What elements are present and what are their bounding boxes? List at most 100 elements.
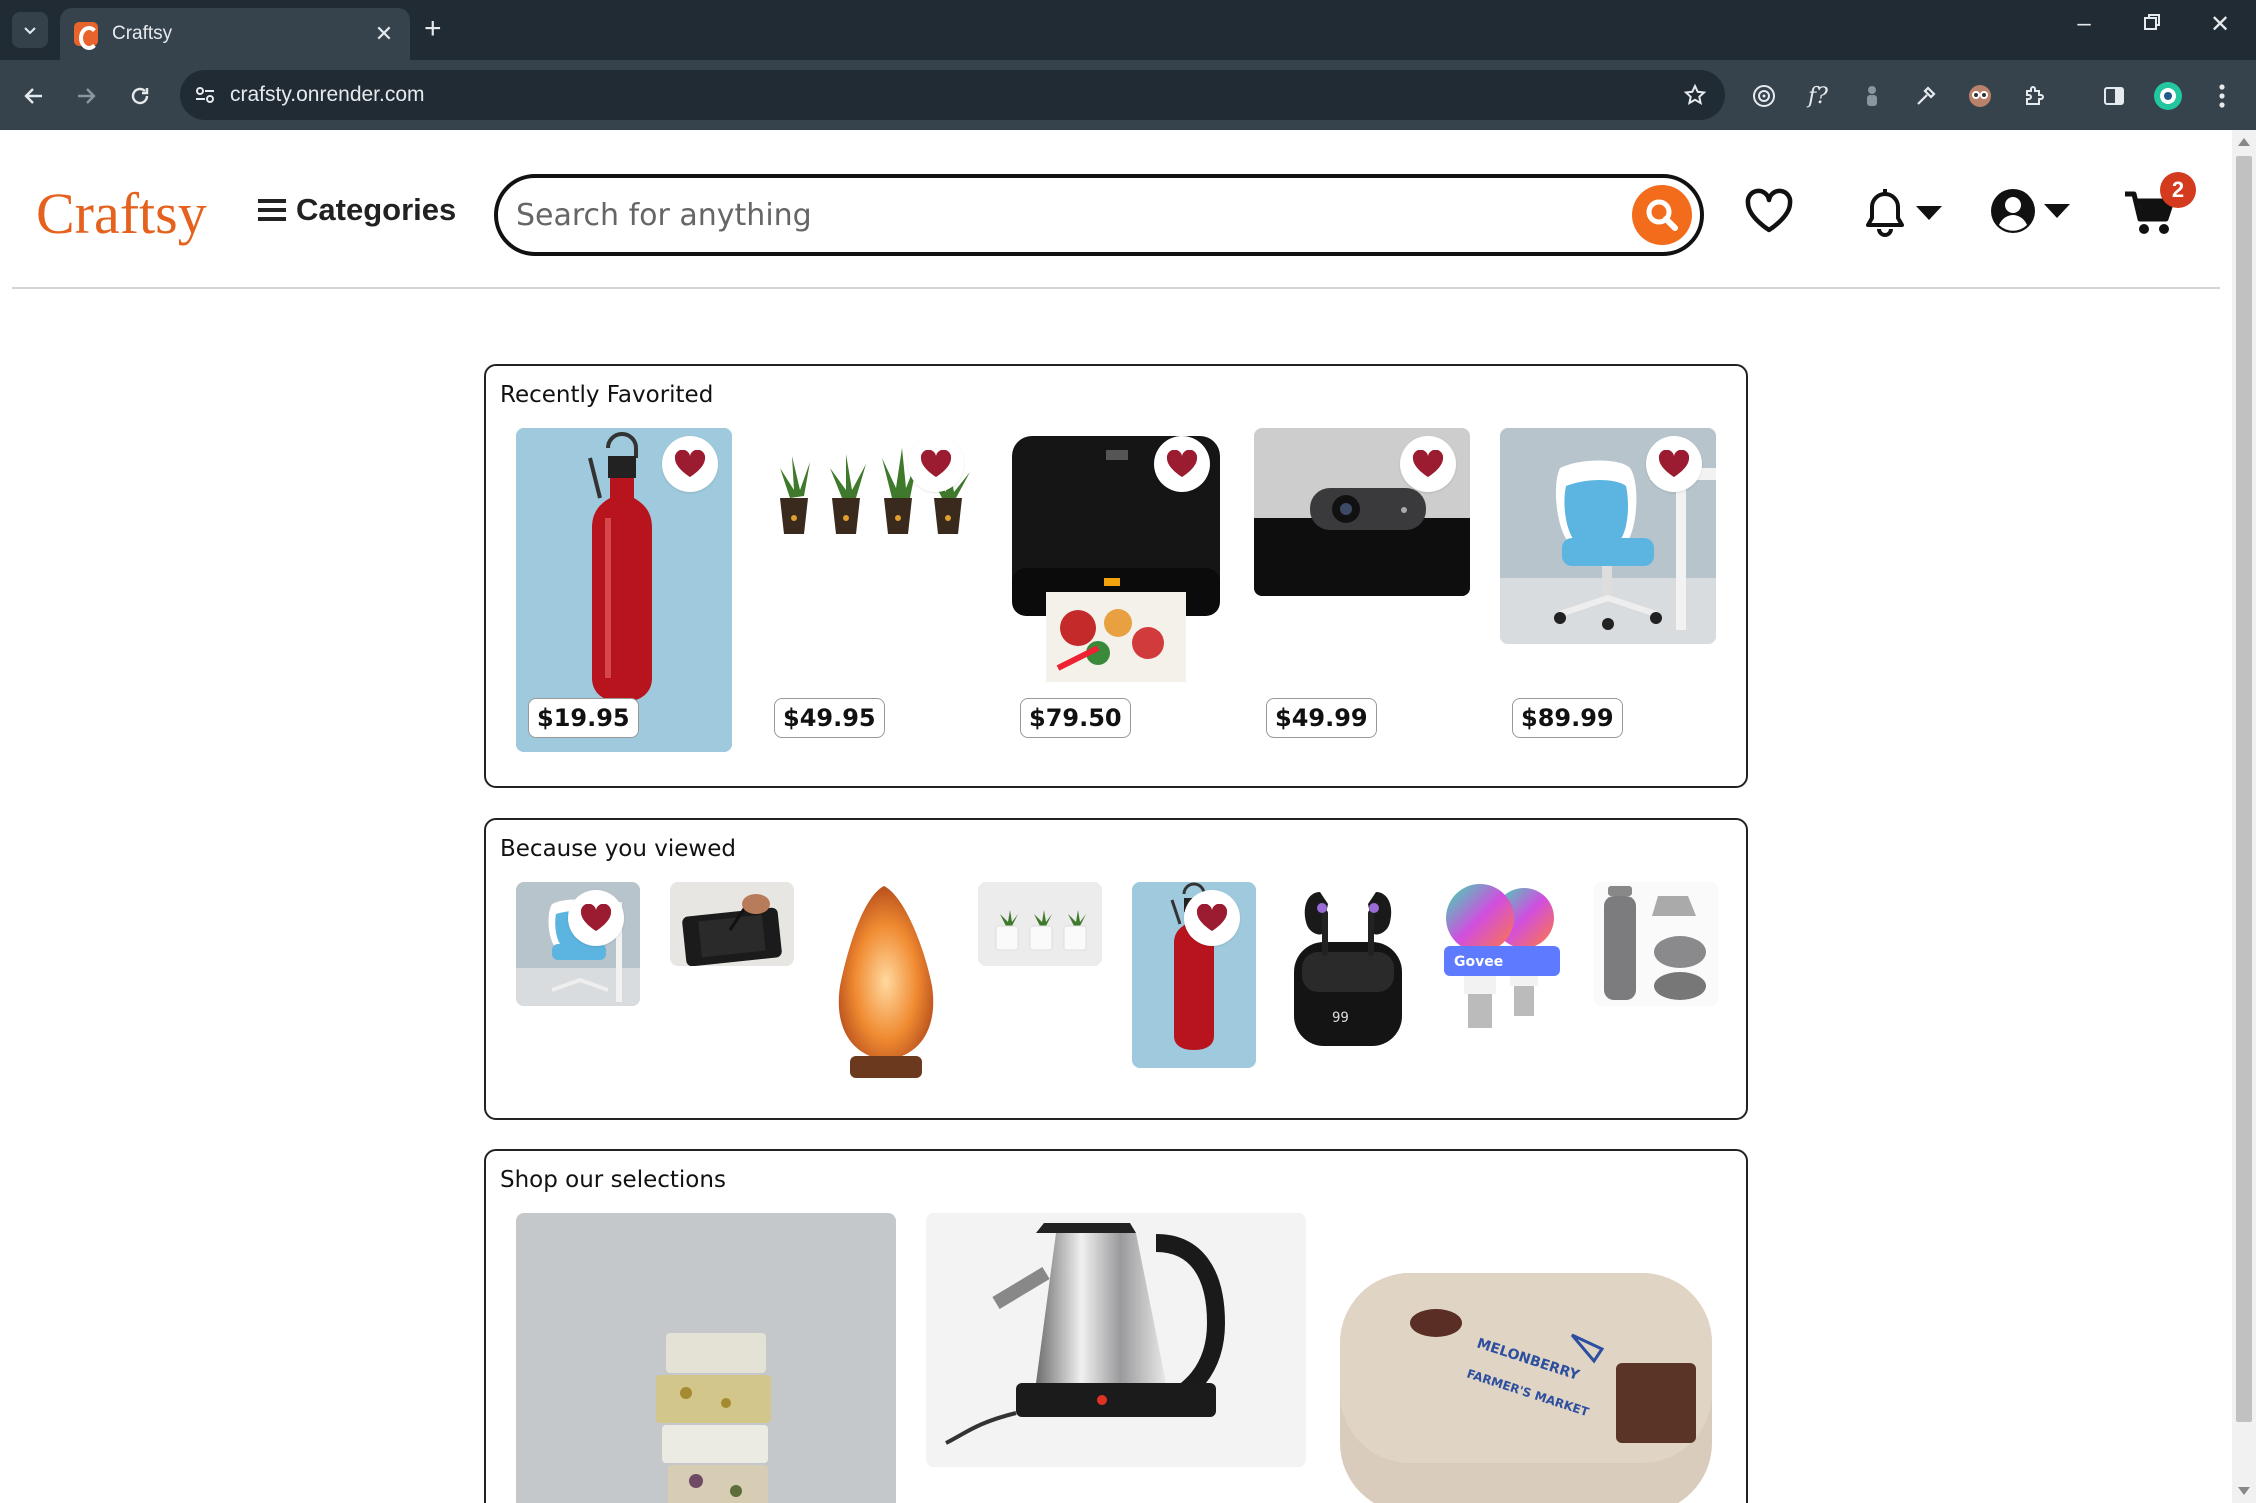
shop-selections-section: Shop our selections MELONBERRY FARMER'S M… <box>484 1149 1748 1503</box>
site-logo[interactable]: Craftsy <box>36 180 207 247</box>
heart-filled-icon <box>580 904 612 931</box>
product-card[interactable]: $49.95 <box>762 428 978 752</box>
profile-avatar-icon[interactable] <box>2150 78 2186 114</box>
section-title: Because you viewed <box>500 836 736 862</box>
user-circle-icon <box>1991 189 2035 233</box>
address-bar[interactable]: crafsty.onrender.com <box>180 70 1725 120</box>
site-header: Craftsy Categories 2 <box>0 130 2232 289</box>
recommendation-card[interactable]: 99 <box>1286 882 1410 1058</box>
product-card[interactable]: $79.50 <box>1008 428 1224 752</box>
recommendation-card[interactable] <box>978 882 1102 966</box>
favorite-toggle[interactable] <box>1400 436 1456 492</box>
recommendation-card[interactable] <box>824 882 948 1086</box>
side-panel-icon[interactable] <box>2096 78 2132 114</box>
selection-card[interactable] <box>926 1213 1306 1467</box>
heart-outline-icon <box>1745 188 1793 233</box>
recommendation-card[interactable] <box>516 882 640 1006</box>
wireless-earbuds-image[interactable]: 99 <box>1286 882 1410 1058</box>
page-scrollbar[interactable] <box>2232 130 2256 1503</box>
reload-button[interactable] <box>122 78 158 114</box>
search-icon <box>1646 199 1678 231</box>
cart-count-badge: 2 <box>2160 172 2196 208</box>
product-card[interactable]: $89.99 <box>1500 428 1716 752</box>
browser-menu-icon[interactable] <box>2204 78 2240 114</box>
browser-tabstrip: Craftsy ✕ + – ✕ <box>0 0 2256 60</box>
header-divider <box>12 287 2220 289</box>
extensions-puzzle-icon[interactable] <box>2016 78 2052 114</box>
search-button[interactable] <box>1632 185 1692 245</box>
favorite-toggle[interactable] <box>568 890 624 946</box>
arrow-right-icon <box>78 88 96 104</box>
favorite-toggle[interactable] <box>1154 436 1210 492</box>
recommendation-card[interactable] <box>1132 882 1256 1068</box>
product-price: $49.99 <box>1266 698 1377 738</box>
heart-filled-icon <box>1196 904 1228 931</box>
caret-down-icon <box>1916 206 1942 220</box>
reload-icon <box>131 87 149 105</box>
bulb-brand-label: Govee <box>1454 954 1503 970</box>
caret-down-icon <box>2044 204 2070 218</box>
categories-label: Categories <box>296 192 457 227</box>
salt-lamp-image[interactable] <box>824 882 948 1086</box>
product-card[interactable]: $19.95 <box>516 428 732 752</box>
section-title: Recently Favorited <box>500 382 714 408</box>
selection-card[interactable]: MELONBERRY FARMER'S MARKET <box>1336 1213 1716 1503</box>
extension-target-icon[interactable] <box>1746 78 1782 114</box>
new-tab-button[interactable]: + <box>424 14 442 44</box>
forward-button[interactable] <box>68 78 104 114</box>
collapsible-bottle-image[interactable] <box>1594 882 1718 1006</box>
scroll-down-arrow-icon[interactable] <box>2238 1487 2250 1495</box>
close-window-button[interactable]: ✕ <box>2200 10 2240 39</box>
heart-filled-icon <box>1412 450 1444 477</box>
heart-filled-icon <box>1658 450 1690 477</box>
favorite-toggle[interactable] <box>662 436 718 492</box>
tab-search-button[interactable] <box>12 12 48 48</box>
heart-filled-icon <box>1166 450 1198 477</box>
extension-figure-icon[interactable] <box>1854 78 1890 114</box>
notifications-button[interactable] <box>1862 188 1944 238</box>
because-you-viewed-section: Because you viewed 99 Govee <box>484 818 1748 1120</box>
recommendation-card[interactable] <box>670 882 794 966</box>
white-planters-image[interactable] <box>978 882 1102 966</box>
product-price: $19.95 <box>528 698 639 738</box>
extension-owl-icon[interactable] <box>1962 78 1998 114</box>
back-button[interactable] <box>16 78 52 114</box>
search-bar <box>494 174 1704 256</box>
lunch-box-image[interactable]: MELONBERRY FARMER'S MARKET <box>1336 1213 1716 1503</box>
favorites-button[interactable] <box>1744 188 1794 234</box>
drawing-tablet-image[interactable] <box>670 882 794 966</box>
svg-text:99: 99 <box>1332 1010 1349 1026</box>
site-info-icon[interactable] <box>180 84 230 106</box>
product-price: $49.95 <box>774 698 885 738</box>
restore-button[interactable] <box>2132 10 2172 38</box>
handmade-soap-stack-image[interactable] <box>516 1213 896 1503</box>
arrow-left-icon <box>24 88 42 104</box>
selection-card[interactable] <box>516 1213 896 1503</box>
scroll-up-arrow-icon[interactable] <box>2238 138 2250 146</box>
recommendation-card[interactable] <box>1594 882 1718 1006</box>
minimize-button[interactable]: – <box>2064 10 2104 38</box>
craftsy-favicon-icon <box>74 22 99 50</box>
chevron-down-icon <box>24 27 36 35</box>
categories-menu-button[interactable]: Categories <box>258 192 456 228</box>
favorite-toggle[interactable] <box>908 436 964 492</box>
product-price: $89.99 <box>1512 698 1623 738</box>
favorite-toggle[interactable] <box>1184 890 1240 946</box>
extension-function-icon[interactable]: f? <box>1800 78 1836 114</box>
extension-eyedropper-icon[interactable] <box>1908 78 1944 114</box>
scrollbar-thumb[interactable] <box>2236 156 2252 1422</box>
smart-bulbs-image[interactable]: Govee <box>1440 882 1564 1042</box>
electric-kettle-image[interactable] <box>926 1213 1306 1467</box>
bookmark-star-icon[interactable] <box>1665 83 1725 107</box>
tab-close-icon[interactable]: ✕ <box>372 21 396 47</box>
browser-tab-active[interactable]: Craftsy ✕ <box>60 8 410 60</box>
favorite-toggle[interactable] <box>1646 436 1702 492</box>
product-price: $79.50 <box>1020 698 1131 738</box>
search-input[interactable] <box>516 197 1632 233</box>
recommendation-card[interactable]: Govee <box>1440 882 1564 1042</box>
account-menu-button[interactable] <box>1990 188 2072 234</box>
product-card[interactable]: $49.99 <box>1254 428 1470 752</box>
heart-filled-icon <box>920 450 952 477</box>
section-title: Shop our selections <box>500 1167 726 1193</box>
recently-favorited-section: Recently Favorited $19.95 $49.95 $79.50 <box>484 364 1748 788</box>
